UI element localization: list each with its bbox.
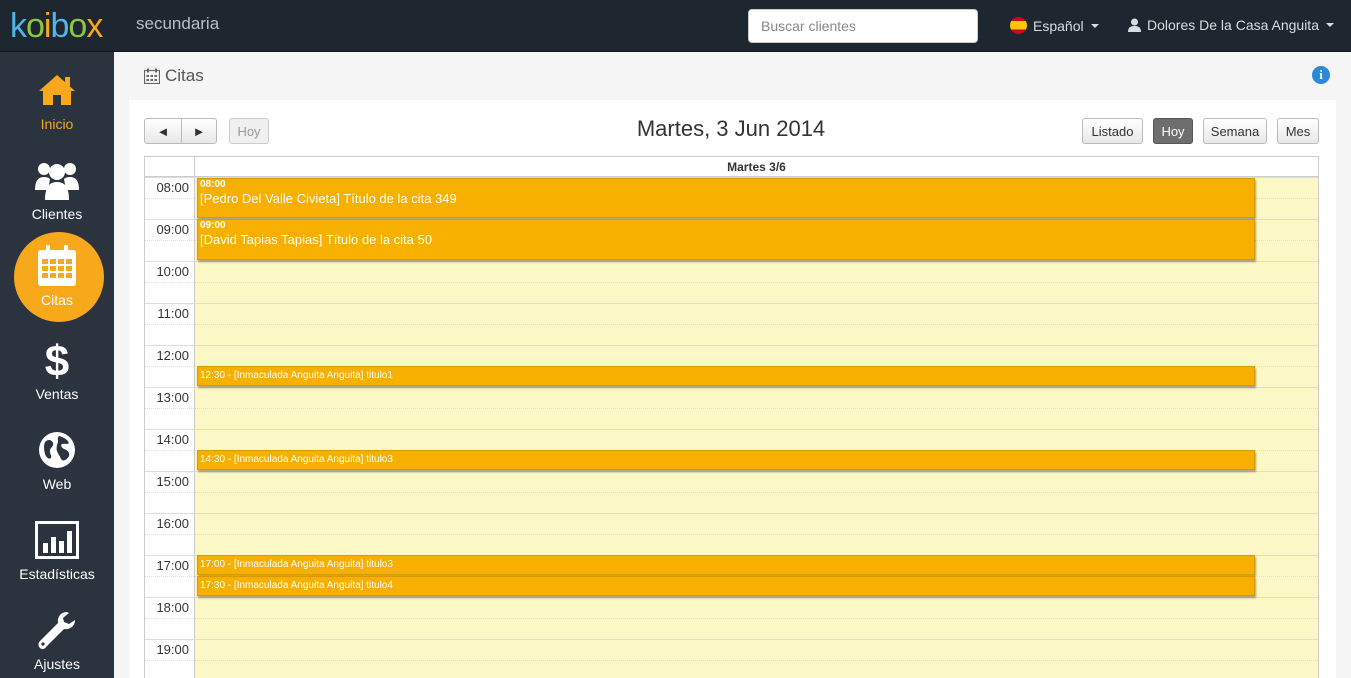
day-calendar-grid: Martes 3/6 08:00 09:00 10:00 11:00 12:00 13:0… bbox=[144, 156, 1319, 678]
half-hour-slot[interactable] bbox=[145, 618, 1318, 639]
view-week-button[interactable]: Semana bbox=[1203, 118, 1267, 144]
appointment-event[interactable]: 09:00 [David Tapias Tapias] Título de la… bbox=[197, 219, 1255, 260]
time-label: 14:00 bbox=[156, 432, 189, 447]
sidebar-item-ventas[interactable]: $ Ventas bbox=[0, 338, 114, 428]
appointment-event[interactable]: 14:30 - [Inmaculada Anguita Anguita] tit… bbox=[197, 450, 1255, 470]
calendar-title: Martes, 3 Jun 2014 bbox=[636, 116, 826, 141]
info-icon[interactable]: i bbox=[1312, 66, 1330, 84]
half-hour-slot[interactable] bbox=[145, 324, 1318, 345]
sidebar-item-web[interactable]: Web bbox=[0, 428, 114, 518]
event-summary: 17:00 - [Inmaculada Anguita Anguita] tit… bbox=[200, 559, 393, 570]
time-label: 10:00 bbox=[156, 264, 189, 279]
event-summary: 12:30 - [Inmaculada Anguita Anguita] tit… bbox=[200, 370, 393, 381]
calendar-icon bbox=[144, 68, 160, 84]
top-bar: koibox secundaria Español Dolores De la … bbox=[0, 0, 1351, 52]
account-name: secundaria bbox=[136, 14, 220, 33]
day-column-header: Martes 3/6 bbox=[194, 157, 1318, 177]
caret-down-icon bbox=[1090, 23, 1099, 28]
language-dropdown[interactable]: Español bbox=[1010, 17, 1099, 34]
event-time: 09:00 bbox=[200, 220, 226, 231]
event-title: [David Tapias Tapias] Título de la cita … bbox=[200, 232, 432, 247]
event-title: [Pedro Del Valle Civieta] Título de la c… bbox=[200, 191, 457, 206]
half-hour-slot[interactable] bbox=[145, 660, 1318, 678]
users-icon bbox=[34, 158, 80, 202]
half-hour-slot[interactable] bbox=[145, 534, 1318, 555]
sidebar-item-citas[interactable]: Citas bbox=[0, 232, 114, 322]
sidebar-item-label: Inicio bbox=[40, 116, 74, 132]
time-label: 15:00 bbox=[156, 474, 189, 489]
page-header: Citas i bbox=[114, 52, 1351, 100]
time-label: 08:00 bbox=[156, 180, 189, 195]
wrench-icon bbox=[34, 608, 80, 652]
appointment-event[interactable]: 17:30 - [Inmaculada Anguita Anguita] tit… bbox=[197, 576, 1255, 596]
sidebar: Inicio Clientes Citas $ Ventas Web Estad… bbox=[0, 52, 114, 678]
next-button[interactable]: ► bbox=[181, 118, 217, 144]
event-summary: 17:30 - [Inmaculada Anguita Anguita] tit… bbox=[200, 580, 393, 591]
sidebar-item-ajustes[interactable]: Ajustes bbox=[0, 608, 114, 678]
time-label: 18:00 bbox=[156, 600, 189, 615]
calendar-icon bbox=[34, 244, 80, 288]
hour-slot[interactable]: 12:00 bbox=[145, 345, 1318, 366]
time-label: 11:00 bbox=[157, 306, 189, 321]
time-label: 17:00 bbox=[156, 558, 189, 573]
time-label: 16:00 bbox=[156, 516, 189, 531]
appointment-event[interactable]: 08:00 [Pedro Del Valle Civieta] Título d… bbox=[197, 178, 1255, 218]
main-content: Citas i ◄ ► Hoy Martes, 3 Jun 2014 Lista… bbox=[114, 52, 1351, 678]
user-name: Dolores De la Casa Anguita bbox=[1147, 17, 1319, 33]
user-menu[interactable]: Dolores De la Casa Anguita bbox=[1128, 17, 1334, 33]
time-label: 13:00 bbox=[156, 390, 189, 405]
page-title-text: Citas bbox=[165, 66, 204, 85]
time-label: 19:00 bbox=[156, 642, 189, 657]
calendar-panel: ◄ ► Hoy Martes, 3 Jun 2014 Listado Hoy S… bbox=[129, 100, 1336, 678]
today-button[interactable]: Hoy bbox=[229, 118, 269, 144]
sidebar-item-label: Ajustes bbox=[34, 656, 80, 672]
sidebar-item-label: Clientes bbox=[31, 206, 83, 222]
view-month-button[interactable]: Mes bbox=[1277, 118, 1319, 144]
view-list-button[interactable]: Listado bbox=[1082, 118, 1143, 144]
user-icon bbox=[1128, 18, 1141, 32]
home-icon bbox=[34, 68, 80, 112]
hour-slot[interactable]: 14:00 bbox=[145, 429, 1318, 450]
koibox-logo[interactable]: koibox bbox=[10, 8, 103, 44]
sidebar-item-label: Estadísticas bbox=[19, 566, 95, 582]
hour-slot[interactable]: 16:00 bbox=[145, 513, 1318, 534]
calendar-body: 08:00 09:00 10:00 11:00 12:00 13:00 14:00 15:00… bbox=[145, 177, 1318, 678]
hour-slot[interactable]: 18:00 bbox=[145, 597, 1318, 618]
event-time: 08:00 bbox=[200, 179, 226, 190]
time-label: 12:00 bbox=[156, 348, 189, 363]
hour-slot[interactable]: 11:00 bbox=[145, 303, 1318, 324]
hour-slot[interactable]: 15:00 bbox=[145, 471, 1318, 492]
hour-slot[interactable]: 19:00 bbox=[145, 639, 1318, 660]
hour-slot[interactable]: 13:00 bbox=[145, 387, 1318, 408]
bar-chart-icon bbox=[34, 518, 80, 562]
sidebar-item-estadisticas[interactable]: Estadísticas bbox=[0, 518, 114, 608]
caret-down-icon bbox=[1326, 23, 1334, 27]
appointment-event[interactable]: 17:00 - [Inmaculada Anguita Anguita] tit… bbox=[197, 555, 1255, 575]
half-hour-slot[interactable] bbox=[145, 282, 1318, 303]
time-label: 09:00 bbox=[156, 222, 189, 237]
view-day-button[interactable]: Hoy bbox=[1153, 118, 1193, 144]
prev-button[interactable]: ◄ bbox=[144, 118, 182, 144]
svg-text:$: $ bbox=[45, 338, 69, 382]
language-label: Español bbox=[1033, 17, 1084, 34]
appointment-event[interactable]: 12:30 - [Inmaculada Anguita Anguita] tit… bbox=[197, 366, 1255, 386]
sidebar-item-inicio[interactable]: Inicio bbox=[0, 68, 114, 158]
event-summary: 14:30 - [Inmaculada Anguita Anguita] tit… bbox=[200, 454, 393, 465]
sidebar-item-label: Ventas bbox=[35, 386, 79, 402]
search-input[interactable] bbox=[748, 9, 978, 43]
spain-flag-icon bbox=[1010, 17, 1027, 34]
page-title: Citas bbox=[144, 66, 204, 86]
globe-icon bbox=[34, 428, 80, 472]
dollar-icon: $ bbox=[34, 338, 80, 382]
sidebar-item-label: Citas bbox=[41, 292, 73, 308]
hour-slot[interactable]: 10:00 bbox=[145, 261, 1318, 282]
sidebar-item-label: Web bbox=[42, 476, 72, 492]
half-hour-slot[interactable] bbox=[145, 408, 1318, 429]
half-hour-slot[interactable] bbox=[145, 492, 1318, 513]
time-header-gap bbox=[145, 157, 194, 177]
